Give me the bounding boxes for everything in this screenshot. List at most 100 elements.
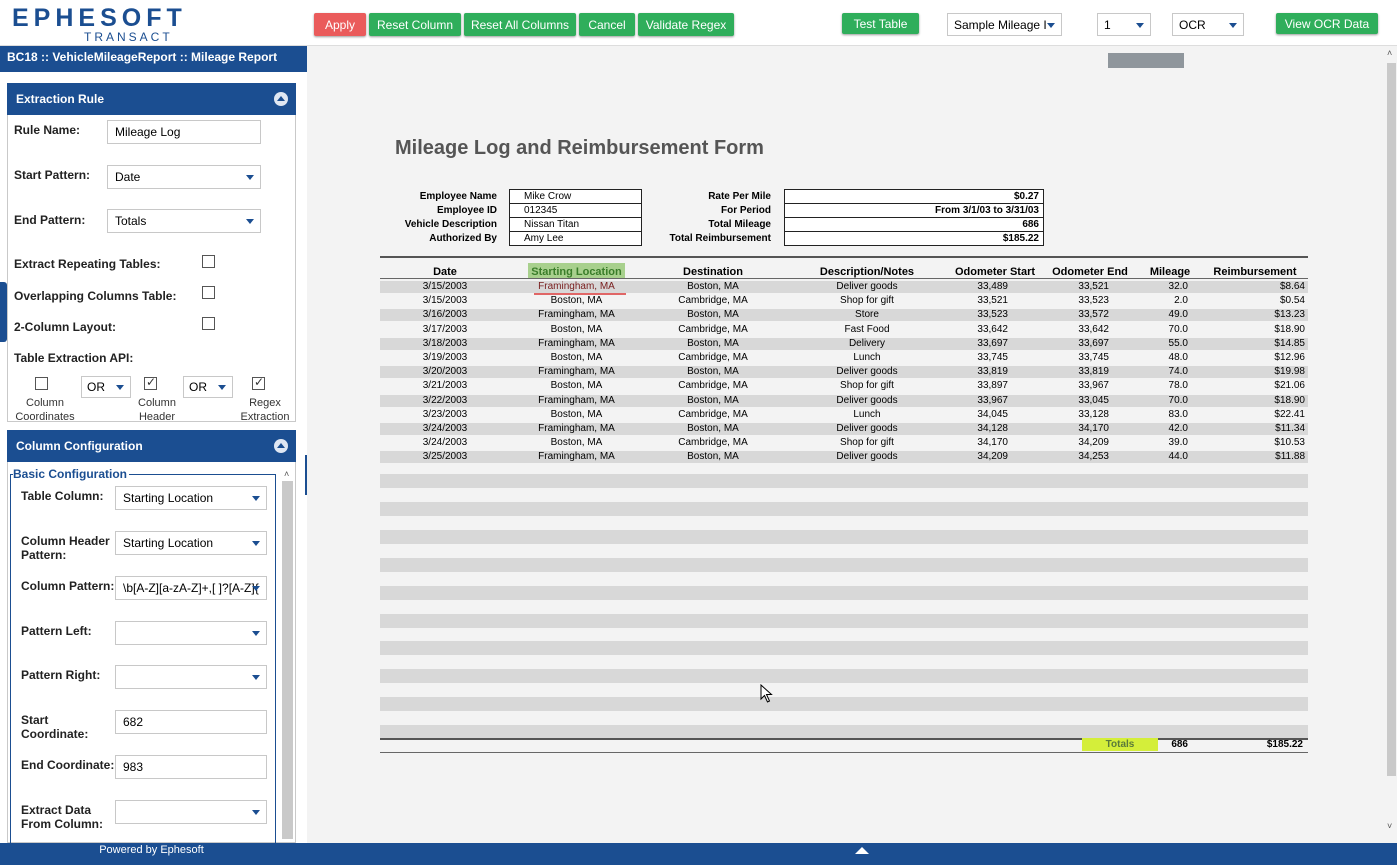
viewer-scrollbar-thumb[interactable]	[1387, 63, 1396, 776]
column-configuration-header[interactable]: Column Configuration	[7, 430, 296, 462]
table-cell: Fast Food	[844, 323, 890, 335]
table-cell: 3/17/2003	[422, 323, 468, 335]
end-pattern-select[interactable]: Totals	[107, 209, 261, 233]
scroll-up-icon[interactable]: ˄	[1387, 48, 1392, 58]
table-cell: 3/16/2003	[422, 309, 468, 321]
extract-from-label: Extract Data From Column:	[21, 803, 103, 831]
table-cell[interactable]: Framingham, MA	[528, 423, 625, 434]
column-header: Destination	[683, 266, 743, 278]
op1-select[interactable]: OR	[81, 376, 131, 398]
empty-row	[380, 697, 1308, 712]
table-cell[interactable]: Boston, MA	[528, 324, 625, 335]
start-pattern-select[interactable]: Date	[107, 165, 261, 189]
overlapping-checkbox[interactable]	[202, 286, 215, 299]
reset-all-columns-button[interactable]: Reset All Columns	[464, 13, 576, 36]
totals-bottom-rule	[380, 752, 1308, 753]
mode-select[interactable]: OCR	[1172, 13, 1244, 36]
chevron-down-icon	[218, 385, 226, 390]
pattern-left-select[interactable]	[115, 621, 267, 645]
table-cell: $19.98	[1274, 366, 1305, 378]
table-cell: $22.41	[1274, 408, 1305, 420]
chevron-down-icon	[252, 631, 260, 636]
table-cell: Cambridge, MA	[678, 323, 748, 335]
extraction-rule-header[interactable]: Extraction Rule	[7, 83, 296, 115]
reset-column-button[interactable]: Reset Column	[369, 13, 461, 36]
scroll-down-icon[interactable]: ˅	[1387, 821, 1392, 831]
table-cell: Boston, MA	[687, 281, 739, 292]
table-cell[interactable]: Framingham, MA	[528, 395, 625, 406]
table-cell: 33,745	[1078, 352, 1109, 363]
apply-button[interactable]: Apply	[314, 13, 366, 36]
test-table-button[interactable]: Test Table	[842, 13, 919, 34]
table-cell[interactable]: Framingham, MA	[528, 309, 625, 320]
table-cell: 34,045	[977, 408, 1008, 420]
table-cell: Boston, MA	[687, 337, 739, 349]
table-cell[interactable]: Boston, MA	[528, 380, 625, 391]
page-select[interactable]: 1	[1097, 13, 1151, 36]
table-row: 3/15/2003 Boston, MA Cambridge, MA Shop for…	[380, 294, 1308, 308]
mode-select-value: OCR	[1179, 17, 1206, 32]
cancel-button[interactable]: Cancel	[579, 13, 635, 36]
table-cell: 39.0	[1168, 437, 1188, 449]
sample-select[interactable]: Sample Mileage I	[947, 13, 1062, 36]
regex-extraction-checkbox[interactable]	[252, 375, 265, 390]
empty-row	[380, 501, 1308, 516]
collapse-icon[interactable]	[274, 439, 288, 453]
table-cell[interactable]: Framingham, MA	[528, 366, 625, 377]
expand-up-icon[interactable]	[855, 847, 869, 854]
table-cell: 74.0	[1168, 366, 1188, 378]
left-panel: BC18 :: VehicleMileageReport :: Mileage …	[0, 46, 307, 846]
table-row: 3/25/2003 Framingham, MA Boston, MA Deliver…	[380, 450, 1308, 464]
validate-regex-button[interactable]: Validate Regex	[638, 13, 734, 36]
table-cell: Delivery	[848, 337, 886, 349]
table-row: 3/22/2003 Framingham, MA Boston, MA Deliver…	[380, 394, 1308, 408]
table-cell[interactable]: Boston, MA	[528, 295, 625, 306]
end-coordinate-input[interactable]: 983	[115, 755, 267, 779]
table-column-label: Table Column:	[21, 489, 104, 503]
table-cell: 33,523	[1078, 295, 1109, 307]
extract-repeating-checkbox[interactable]	[202, 255, 215, 268]
column-header-checkbox[interactable]	[144, 375, 157, 390]
column-coordinates-checkbox[interactable]	[35, 377, 48, 390]
table-cell[interactable]: Framingham, MA	[528, 451, 625, 462]
table-cell: $10.53	[1274, 437, 1305, 449]
op2-select[interactable]: OR	[183, 376, 233, 398]
field-label: Employee ID	[436, 205, 497, 216]
scrollbar-thumb[interactable]	[282, 481, 293, 839]
empty-row	[380, 725, 1308, 740]
extract-from-select[interactable]	[115, 800, 267, 824]
column-pattern-select[interactable]: \b[A-Z][a-zA-Z]+,[ ]?[A-Z]{	[115, 576, 267, 600]
view-ocr-data-button[interactable]: View OCR Data	[1276, 13, 1378, 34]
table-cell: 3/19/2003	[422, 352, 468, 363]
table-cell[interactable]: Boston, MA	[528, 437, 625, 448]
table-cell: 3/23/2003	[422, 408, 468, 420]
header-pattern-select[interactable]: Starting Location	[115, 531, 267, 555]
zoom-indicator[interactable]	[1108, 53, 1184, 68]
pattern-right-select[interactable]	[115, 665, 267, 689]
table-cell: 33,642	[1078, 323, 1109, 335]
left-edge-handle[interactable]	[0, 282, 7, 342]
totals-label: Totals	[1105, 739, 1135, 750]
table-cell[interactable]: Framingham, MA	[528, 281, 625, 292]
empty-row	[380, 474, 1308, 488]
table-cell: $11.88	[1275, 451, 1305, 463]
scroll-up-icon[interactable]: ˄	[284, 469, 289, 479]
table-cell: 33,897	[977, 380, 1008, 392]
rule-name-input[interactable]: Mileage Log	[107, 120, 261, 144]
table-cell: 34,209	[1078, 437, 1109, 449]
column-header: Odometer End	[1052, 266, 1128, 278]
collapse-icon[interactable]	[274, 92, 288, 106]
table-cell[interactable]: Framingham, MA	[528, 338, 625, 349]
table-cell[interactable]: Boston, MA	[528, 352, 625, 363]
start-coordinate-input[interactable]: 682	[115, 710, 267, 734]
two-column-checkbox[interactable]	[202, 317, 215, 330]
column-header[interactable]: Starting Location	[528, 266, 625, 278]
table-column-select[interactable]: Starting Location	[115, 486, 267, 510]
api-label: Table Extraction API:	[14, 351, 134, 365]
viewer-scrollbar[interactable]: ˄ ˅	[1385, 48, 1397, 838]
config-scrollbar[interactable]: ˄	[281, 466, 295, 844]
table-cell: 48.0	[1168, 352, 1188, 363]
column-header: Description/Notes	[819, 266, 915, 278]
field-label: Total Mileage	[708, 219, 771, 230]
table-cell[interactable]: Boston, MA	[528, 409, 625, 420]
